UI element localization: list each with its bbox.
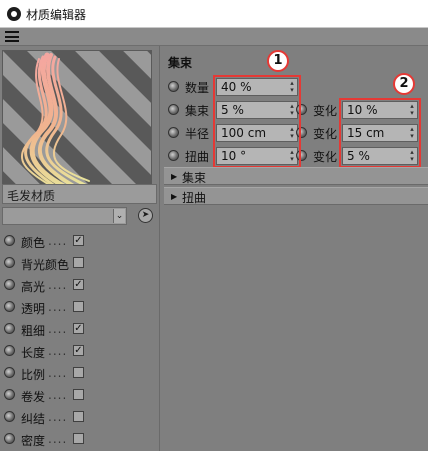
channel-checkbox[interactable]	[73, 389, 84, 400]
material-name-field[interactable]: 毛发材质	[2, 184, 157, 204]
pick-arrow-icon[interactable]: ➤	[138, 208, 153, 223]
channel-item-length[interactable]: 长度 .... ✓	[0, 340, 158, 362]
channel-item-color[interactable]: 颜色 .... ✓	[0, 230, 158, 252]
channel-label: 颜色	[21, 236, 46, 250]
radio-icon[interactable]	[168, 150, 179, 161]
radio-icon[interactable]	[4, 389, 15, 400]
channel-label: 卷发	[21, 390, 46, 404]
radio-icon[interactable]	[4, 411, 15, 422]
material-dropdown[interactable]: ⌄	[2, 207, 127, 225]
radio-icon[interactable]	[4, 235, 15, 246]
radio-icon[interactable]	[4, 367, 15, 378]
radio-icon[interactable]	[168, 127, 179, 138]
channel-label: 粗细	[21, 324, 46, 338]
channel-dots: ....	[48, 410, 68, 424]
variation-label: 变化	[313, 150, 338, 164]
channel-checkbox[interactable]: ✓	[73, 235, 84, 246]
channel-checkbox[interactable]: ✓	[73, 323, 84, 334]
channel-item-thickness[interactable]: 粗细 .... ✓	[0, 318, 158, 340]
channel-checkbox[interactable]	[73, 411, 84, 422]
channel-item-scale[interactable]: 比例 ....	[0, 362, 158, 384]
variation-label: 变化	[313, 104, 338, 118]
radio-icon[interactable]	[168, 81, 179, 92]
window-title: 材质编辑器	[26, 8, 87, 22]
radio-icon[interactable]	[4, 433, 15, 444]
channel-checkbox[interactable]: ✓	[73, 279, 84, 290]
param-label: 数量	[185, 81, 210, 95]
variation-label: 变化	[313, 127, 338, 141]
channel-item-specular[interactable]: 高光 .... ✓	[0, 274, 158, 296]
expand-arrow-icon[interactable]: ▶	[171, 192, 177, 201]
channel-dots: ....	[48, 344, 68, 358]
expand-arrow-icon[interactable]: ▶	[171, 172, 177, 181]
annotation-box-1	[213, 75, 301, 168]
annotation-marker-1: 1	[267, 50, 289, 72]
channel-label: 纠结	[21, 412, 46, 426]
param-label: 集束	[185, 104, 210, 118]
channel-label: 高光	[21, 280, 46, 294]
param-label: 扭曲	[185, 150, 210, 164]
group-clump[interactable]: ▶ 集束	[164, 167, 428, 185]
radio-icon[interactable]	[4, 257, 15, 268]
channel-label: 比例	[21, 368, 46, 382]
section-title: 集束	[168, 56, 193, 70]
channel-label: 背光颜色	[21, 258, 70, 272]
channel-dots: ....	[48, 278, 68, 292]
radio-icon[interactable]	[4, 323, 15, 334]
param-label: 半径	[185, 127, 210, 141]
title-bar: 材质编辑器	[0, 0, 428, 28]
left-panel: 毛发材质 ⌄ ➤ 颜色 .... ✓ 背光颜色 高光 .... ✓ 透明 ...…	[0, 46, 160, 451]
channel-label: 长度	[21, 346, 46, 360]
menu-bar	[0, 28, 428, 46]
channel-checkbox[interactable]	[73, 433, 84, 444]
channel-item-density[interactable]: 密度 ....	[0, 428, 158, 450]
channel-dots: ....	[48, 234, 68, 248]
radio-icon[interactable]	[168, 104, 179, 115]
channel-dots: ....	[48, 366, 68, 380]
channel-checkbox[interactable]	[73, 257, 84, 268]
cinema4d-icon	[7, 7, 21, 21]
group-twist[interactable]: ▶ 扭曲	[164, 187, 428, 205]
group-label: 集束	[182, 171, 207, 185]
annotation-marker-2: 2	[393, 73, 415, 95]
channel-dots: ....	[48, 322, 68, 336]
attributes-panel: 集束 数量 40 % ▴ ▾ 集束 5 % ▴ ▾ 半径 100 cm ▴ ▾ 扭曲 …	[160, 46, 428, 451]
radio-icon[interactable]	[4, 279, 15, 290]
annotation-box-2	[339, 98, 421, 168]
channel-dots: ....	[48, 300, 68, 314]
channel-list: 颜色 .... ✓ 背光颜色 高光 .... ✓ 透明 .... 粗细 ....…	[0, 230, 158, 451]
channel-item-transparency[interactable]: 透明 ....	[0, 296, 158, 318]
channel-item-backlight[interactable]: 背光颜色	[0, 252, 158, 274]
radio-icon[interactable]	[4, 345, 15, 356]
channel-item-curl[interactable]: 卷发 ....	[0, 384, 158, 406]
channel-dots: ....	[48, 432, 68, 446]
material-preview[interactable]	[2, 50, 152, 197]
channel-item-kink[interactable]: 纠结 ....	[0, 406, 158, 428]
chevron-down-icon[interactable]: ⌄	[113, 209, 125, 223]
channel-checkbox[interactable]	[73, 301, 84, 312]
group-label: 扭曲	[182, 191, 207, 205]
channel-checkbox[interactable]	[73, 367, 84, 378]
channel-checkbox[interactable]: ✓	[73, 345, 84, 356]
channel-label: 透明	[21, 302, 46, 316]
channel-dots: ....	[48, 388, 68, 402]
radio-icon[interactable]	[4, 301, 15, 312]
channel-label: 密度	[21, 434, 46, 448]
hamburger-menu-icon[interactable]	[5, 31, 19, 42]
